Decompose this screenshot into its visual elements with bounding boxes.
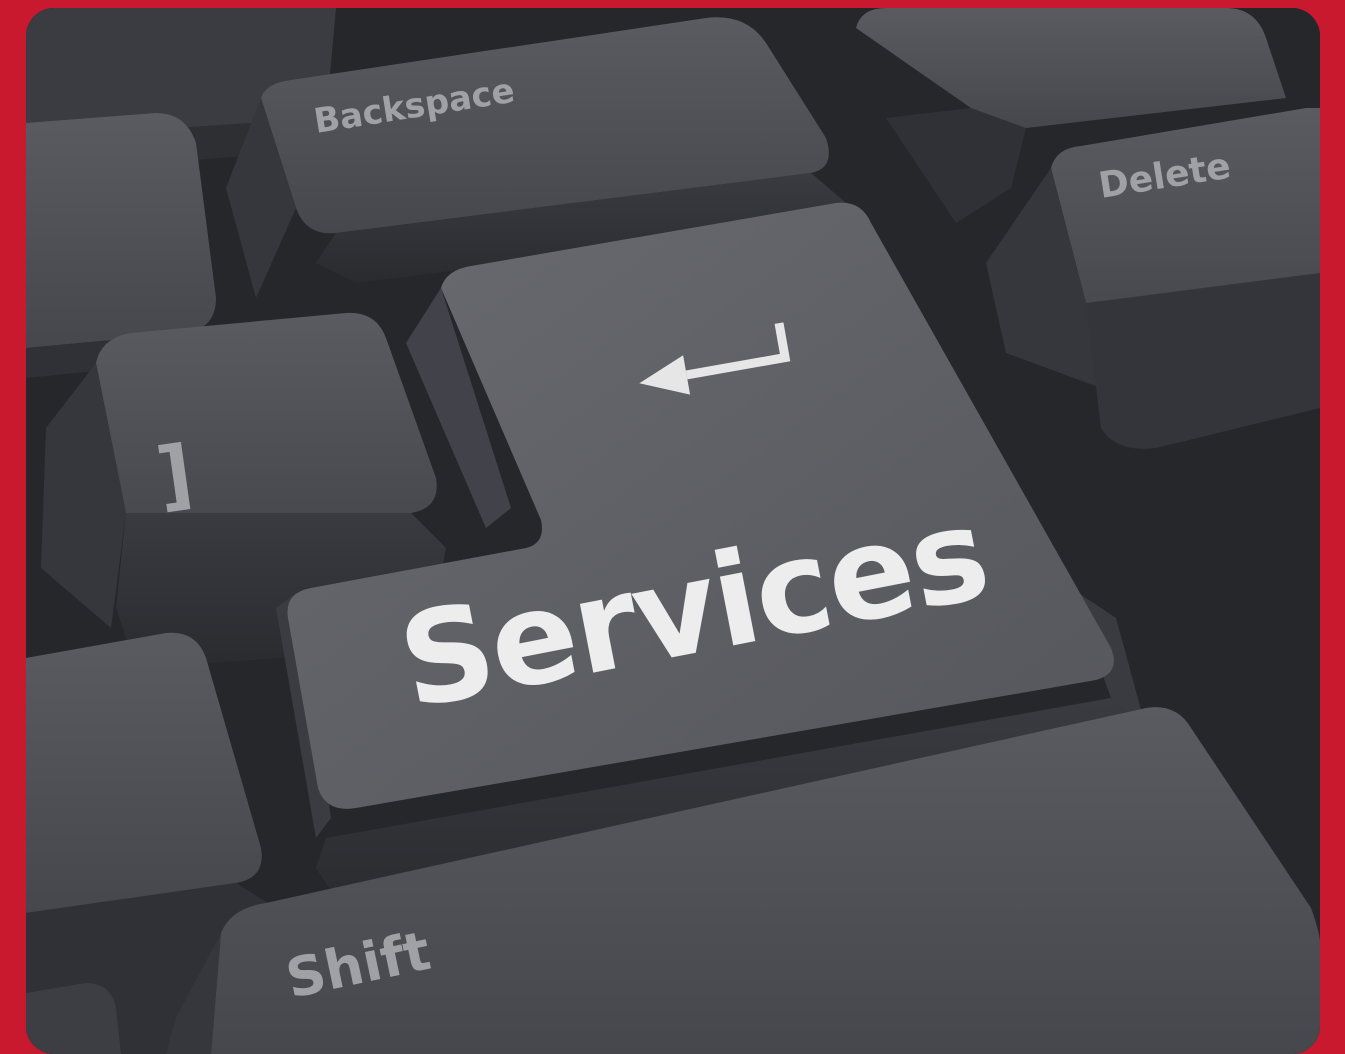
key-bottom-left (26, 983, 121, 1054)
keyboard-photo: Backspace Delete ] Services Shift (26, 8, 1320, 1054)
